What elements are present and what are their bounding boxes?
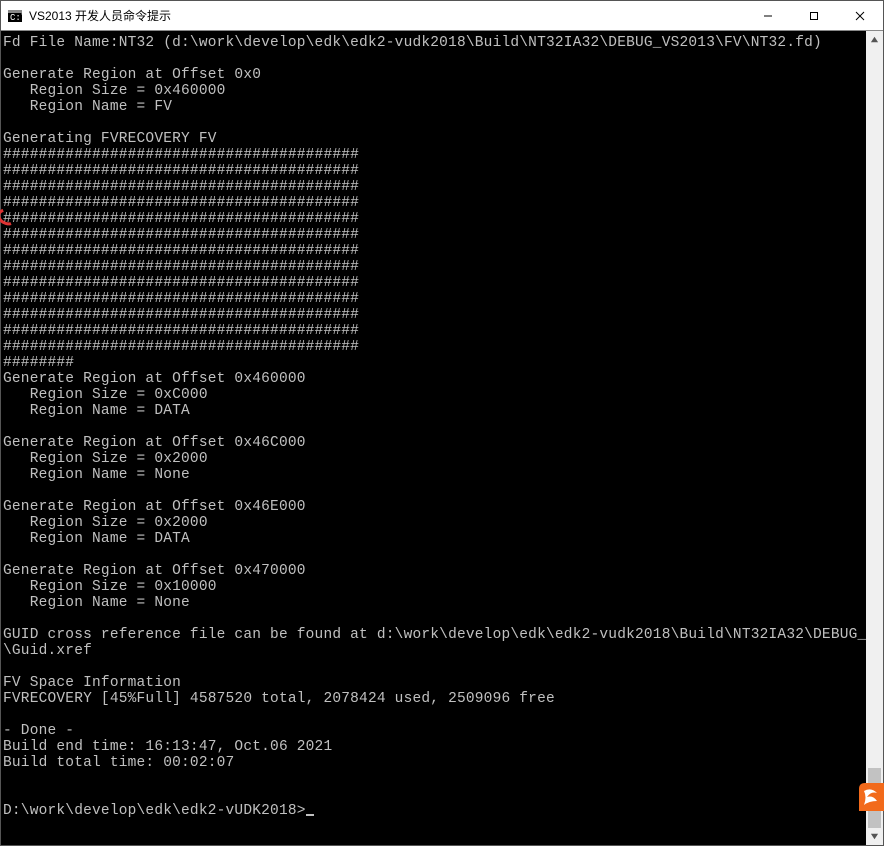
terminal-output[interactable]: Fd File Name:NT32 (d:\work\develop\edk\e…	[1, 31, 866, 845]
window-title: VS2013 开发人员命令提示	[29, 7, 171, 24]
scrollbar-up-button[interactable]	[866, 31, 883, 48]
scrollbar-down-button[interactable]	[866, 828, 883, 845]
scrollbar-thumb[interactable]	[868, 768, 881, 828]
console-window: C:\ VS2013 开发人员命令提示 Fd File Name:NT32 (d…	[0, 0, 884, 846]
titlebar-left: C:\ VS2013 开发人员命令提示	[1, 7, 171, 24]
app-icon: C:\	[7, 8, 23, 24]
cursor	[306, 814, 314, 816]
svg-text:C:\: C:\	[10, 13, 23, 23]
titlebar[interactable]: C:\ VS2013 开发人员命令提示	[1, 1, 883, 31]
client-area: Fd File Name:NT32 (d:\work\develop\edk\e…	[1, 31, 883, 845]
scrollbar-track[interactable]	[866, 48, 883, 828]
vertical-scrollbar[interactable]	[866, 31, 883, 845]
window-controls	[745, 1, 883, 30]
close-button[interactable]	[837, 1, 883, 30]
prompt: D:\work\develop\edk\edk2-vUDK2018>	[3, 803, 306, 819]
minimize-button[interactable]	[745, 1, 791, 30]
maximize-button[interactable]	[791, 1, 837, 30]
